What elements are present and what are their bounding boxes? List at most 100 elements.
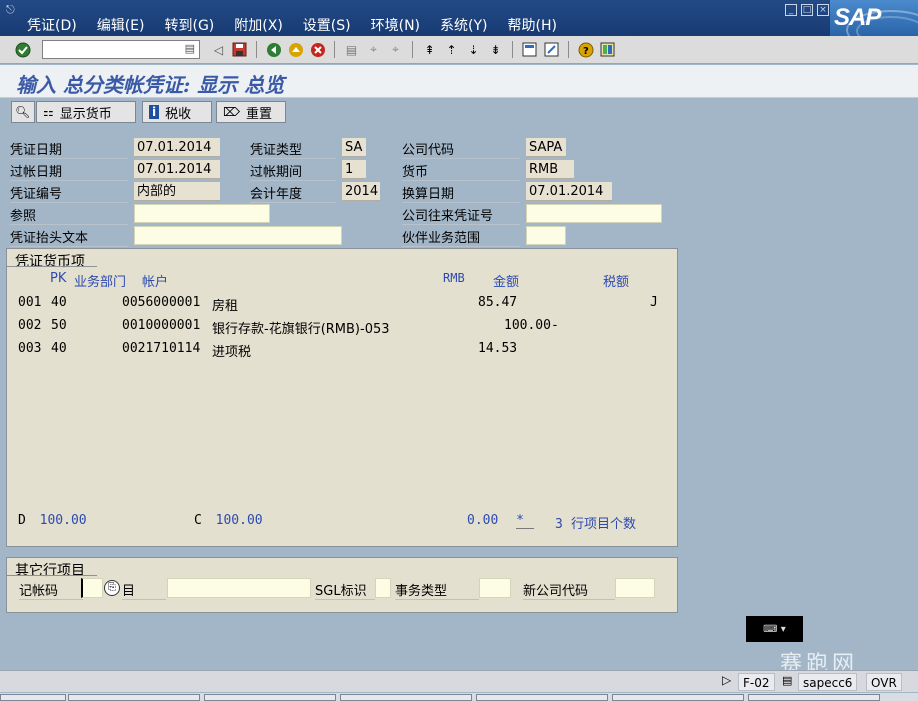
company-code-label: 公司代码 <box>402 139 520 159</box>
status-expand-icon[interactable]: ▷ <box>722 673 731 687</box>
period-label: 过帐期间 <box>250 161 336 181</box>
command-field[interactable]: ▤ <box>42 40 200 59</box>
last-page-icon[interactable]: ⇟ <box>486 40 505 59</box>
balance-flag: * <box>516 513 534 529</box>
row-pk: 50 <box>51 318 67 333</box>
period-value: 1 <box>342 160 366 179</box>
row-pk: 40 <box>51 295 67 310</box>
col-amount: 金额 <box>493 275 520 290</box>
fiscal-year-label: 会计年度 <box>250 183 336 203</box>
row-pk: 40 <box>51 341 67 356</box>
sgl-input[interactable] <box>375 578 391 598</box>
enter-icon[interactable] <box>13 40 32 59</box>
table-row[interactable]: 001 40 0056000001 房租 85.47 J <box>18 295 668 314</box>
taskbar-item[interactable] <box>68 694 200 701</box>
menu-settings[interactable]: 设置(S) <box>303 15 351 35</box>
window-menu-icon[interactable]: ⎋ <box>6 3 15 17</box>
line-items-panel: 凭证货币项 PK 业务部门 帐户 RMB 金额 税额 001 40 005600… <box>6 248 678 547</box>
prev-page-icon[interactable]: ⇡ <box>442 40 461 59</box>
menu-help[interactable]: 帮助(H) <box>508 15 557 35</box>
display-currency-label: 显示货币 <box>59 106 112 122</box>
row-account: 0021710114 <box>122 341 201 356</box>
doc-number-label: 凭证编号 <box>10 183 128 203</box>
maximize-icon[interactable]: □ <box>801 4 813 16</box>
zoom-button[interactable]: 🔍︎ <box>11 101 35 123</box>
menu-list: 凭证(D) 编辑(E) 转到(G) 附加(X) 设置(S) 环境(N) 系统(Y… <box>27 15 577 35</box>
shortcut-icon[interactable] <box>542 40 561 59</box>
cancel-icon[interactable] <box>308 40 327 59</box>
debit-label: D <box>18 513 26 528</box>
posting-date-label: 过帐日期 <box>10 161 128 181</box>
input-mode[interactable]: OVR <box>866 673 902 691</box>
row-description: 房租 <box>212 299 239 314</box>
menu-extras[interactable]: 附加(X) <box>234 15 283 35</box>
table-row[interactable]: 003 40 0021710114 进项税 14.53 <box>18 341 668 360</box>
sgl-label: SGL标识 <box>315 580 375 600</box>
print-icon[interactable]: ▤ <box>342 40 361 59</box>
display-currency-button[interactable]: ⚏ 显示货币 <box>36 101 136 123</box>
page-title: 输入 总分类帐凭证: 显示 总览 <box>16 73 285 97</box>
menu-document[interactable]: 凭证(D) <box>27 15 77 35</box>
back-icon[interactable] <box>264 40 283 59</box>
credit-value: 100.00 <box>215 513 263 528</box>
close-icon[interactable]: × <box>817 4 829 16</box>
standard-toolbar: ▤ ◁ ▤ ⌖ ⌖ ⇞ ⇡ ⇣ ⇟ ? <box>0 36 918 64</box>
trading-partner-input[interactable] <box>526 226 566 245</box>
doc-date-value: 07.01.2014 <box>134 138 220 157</box>
line-items-tab: 凭证货币项 <box>15 254 85 270</box>
new-session-icon[interactable] <box>520 40 539 59</box>
save-icon[interactable] <box>230 40 249 59</box>
find-icon[interactable]: ⌖ <box>364 40 383 59</box>
other-item-panel: 其它行项目 记帐码 ⎘ 目 SGL标识 事务类型 新公司代码 <box>6 557 678 613</box>
doc-type-value: SA <box>342 138 366 157</box>
menu-edit[interactable]: 编辑(E) <box>97 15 145 35</box>
taskbar-item[interactable] <box>204 694 336 701</box>
header-text-input[interactable] <box>134 226 342 245</box>
help-icon[interactable]: ? <box>576 40 595 59</box>
exit-icon[interactable] <box>286 40 305 59</box>
posting-key-input[interactable] <box>81 578 103 598</box>
new-company-code-input[interactable] <box>615 578 655 598</box>
item-count-label: 行项目个数 <box>570 517 636 532</box>
row-number: 002 <box>18 318 42 333</box>
other-item-tab: 其它行项目 <box>15 563 85 579</box>
reference-input[interactable] <box>134 204 270 223</box>
taskbar-item[interactable] <box>476 694 608 701</box>
taskbar-item[interactable] <box>0 694 66 701</box>
doc-date-label: 凭证日期 <box>10 139 128 159</box>
command-history-icon[interactable]: ▤ <box>185 42 195 55</box>
table-row[interactable]: 002 50 0010000001 银行存款-花旗银行(RMB)-053 100… <box>18 318 668 337</box>
reference-label: 参照 <box>10 205 128 225</box>
col-tax: 税额 <box>603 275 630 290</box>
transaction-code: F-02 <box>738 673 775 691</box>
system-info-icon[interactable]: ▤ <box>782 674 792 687</box>
taskbar-item[interactable] <box>340 694 472 701</box>
currency-value: RMB <box>526 160 574 179</box>
find-next-icon[interactable]: ⌖ <box>386 40 405 59</box>
debit-value: 100.00 <box>39 513 87 528</box>
reset-button[interactable]: ⌦ 重置 <box>216 101 286 123</box>
balance: 0.00 * <box>467 513 534 529</box>
col-business-area: 业务部门 <box>74 275 127 290</box>
command-toggle-icon[interactable]: ◁ <box>209 40 228 59</box>
fiscal-year-value: 2014 <box>342 182 380 201</box>
next-page-icon[interactable]: ⇣ <box>464 40 483 59</box>
taskbar-item[interactable] <box>612 694 744 701</box>
menu-goto[interactable]: 转到(G) <box>165 15 215 35</box>
debit-total: D 100.00 <box>18 513 87 528</box>
minimize-icon[interactable]: _ <box>785 4 797 16</box>
intercompany-input[interactable] <box>526 204 662 223</box>
company-code-value: SAPA <box>526 138 566 157</box>
posting-date-value: 07.01.2014 <box>134 160 220 179</box>
layout-icon[interactable] <box>598 40 617 59</box>
transaction-type-input[interactable] <box>479 578 511 598</box>
first-page-icon[interactable]: ⇞ <box>420 40 439 59</box>
tax-button[interactable]: i 税收 <box>142 101 212 123</box>
menu-system[interactable]: 系统(Y) <box>440 15 487 35</box>
doc-number-value: 内部的 <box>134 182 220 201</box>
taskbar-item[interactable] <box>748 694 880 701</box>
match-code-icon[interactable]: ⎘ <box>104 580 120 596</box>
account-input[interactable] <box>167 578 311 598</box>
menu-environment[interactable]: 环境(N) <box>371 15 420 35</box>
keyboard-icon[interactable]: ⌨ ▾ <box>746 616 803 642</box>
